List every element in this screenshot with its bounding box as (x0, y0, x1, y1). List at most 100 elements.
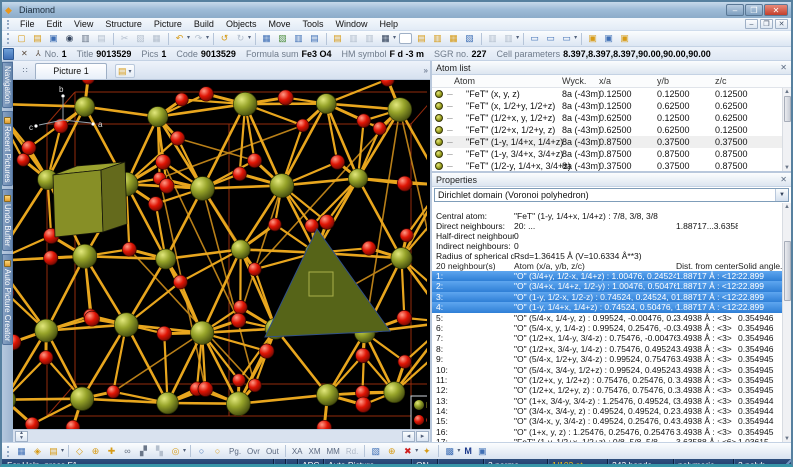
chevron-down-icon[interactable]: ▾ (183, 445, 186, 458)
atom-row[interactable]: ─"FeT" (1/2+x, 1/2+y, z)8a (-43m)0.62500… (432, 124, 791, 136)
minimize-button[interactable]: – (726, 4, 744, 16)
menu-item-build[interactable]: Build (188, 18, 220, 30)
neighbour-row[interactable]: 3:"O" (1-y, 1/2-x, 1/2-z) : 0.74524, 0.2… (432, 292, 791, 302)
grid-view-icon[interactable]: ∷ (17, 64, 33, 78)
neighbour-row[interactable]: 11:"O" (1/2+x, y, 1/2+z) : 0.75476, 0.25… (432, 375, 791, 385)
sidebar-tab-undo-buffer[interactable]: Undo Buffer (2, 189, 13, 251)
property-row[interactable]: Radius of spherical do...Rsd=1.36415 Å (… (432, 251, 791, 261)
scroll-right-icon[interactable]: ▸ (416, 431, 429, 442)
atom-row[interactable]: ─"FeT" (x, y, z)8a (-43m)0.125000.125000… (432, 88, 791, 100)
menu-item-structure[interactable]: Structure (99, 18, 148, 30)
toolbar-grip[interactable] (7, 33, 11, 44)
column-header-yb[interactable]: y/b (657, 76, 669, 86)
property-row[interactable]: Central atom:"FeT" (1-y, 1/4+x, 1/4+z) :… (432, 211, 791, 221)
atom-design-icon[interactable]: ✦ (419, 445, 434, 458)
chevron-down-icon[interactable]: ▾ (393, 32, 396, 45)
zoom-spinner[interactable]: ▲▼ (15, 431, 28, 442)
datasheet-icon[interactable] (3, 48, 14, 60)
photo-mode-icon[interactable]: ▣ (475, 445, 490, 458)
paste-icon[interactable]: ▦ (149, 32, 164, 45)
copy-structure-icon[interactable]: ▤ (330, 32, 345, 45)
column-header-Atom[interactable]: Atom (454, 76, 475, 86)
menu-item-objects[interactable]: Objects (220, 18, 263, 30)
neighbour-row[interactable]: 10:"O" (5/4-x, 3/4-y, 1/2+z) : 0.99524, … (432, 365, 791, 375)
save-picture-icon[interactable]: ▥ (430, 32, 445, 45)
neighbour-row[interactable]: 2:"O" (3/4+x, 1/4+z, 1/2-y) : 1.00476, 0… (432, 281, 791, 291)
find-icon-icon[interactable]: ◉ (62, 32, 77, 45)
atom-row[interactable]: ─"FeT" (1/2+x, y, 1/2+z)8a (-43m)0.62500… (432, 112, 791, 124)
scrollbar-thumb[interactable] (784, 241, 791, 301)
chevron-down-icon[interactable]: ▾ (516, 32, 519, 45)
neighbour-row[interactable]: 16:"O" (1+x, y, z) : 1.25476, 0.25476, 0… (432, 427, 791, 437)
chevron-down-icon[interactable]: ▾ (187, 32, 190, 45)
layout-3-icon[interactable]: ▭ (559, 32, 574, 45)
canvas-horizontal-scrollbar[interactable]: ▲▼ ◂ ▸ (13, 429, 430, 442)
column-header-zc[interactable]: z/c (715, 76, 727, 86)
label-xa-button[interactable]: XA (289, 445, 306, 458)
chevron-down-icon[interactable]: ▾ (206, 32, 209, 45)
print-preview-icon[interactable]: ▤ (94, 32, 109, 45)
undo-icon[interactable]: ↶ (172, 32, 187, 45)
build-polyhedron-icon[interactable]: ◇ (72, 445, 87, 458)
structure-wizard-icon[interactable]: ◈ (30, 445, 45, 458)
properties-scrollbar[interactable]: ▲▼ (782, 203, 791, 442)
property-row[interactable]: Indirect neighbours:0 (432, 241, 791, 251)
new-picture-button[interactable]: ▤ ▾ (115, 64, 135, 78)
picture-window-icon[interactable]: ▥ (291, 32, 306, 45)
menu-item-file[interactable]: File (14, 18, 41, 30)
neighbour-row[interactable]: 8:"O" (1/2+x, 3/4-y, 1/4-z) : 0.75476, 0… (432, 344, 791, 354)
stamp-1-icon[interactable]: ▥ (485, 32, 500, 45)
open-document-icon[interactable]: ▤ (30, 32, 45, 45)
chevron-down-icon[interactable]: ▾ (457, 445, 460, 458)
neighbour-row[interactable]: 9:"O" (5/4-x, 1/2+y, 3/4-z) : 0.99524, 0… (432, 354, 791, 364)
gallery-1-icon[interactable]: ▣ (585, 32, 600, 45)
sidebar-tab-navigation[interactable]: Navigation (2, 62, 13, 108)
menu-item-move[interactable]: Move (262, 18, 296, 30)
neighbour-row[interactable]: 17:"FeT" (1-y, 1/2+x, 1/2+z) : 0/8, 5/8,… (432, 437, 791, 442)
atom-row[interactable]: ─"FeT" (1/2-y, 1/4+x, 3/4+z)8a (-43m)0.3… (432, 160, 791, 171)
picture-tab[interactable]: Picture 1 (35, 63, 107, 79)
add-bonds-icon[interactable]: ∞ (120, 445, 135, 458)
neighbour-row[interactable]: 5:"O" (5/4-x, 1/4-y, z) : 0.99524, -0.00… (432, 313, 791, 323)
column-header-Wyck[interactable]: Wyck. (562, 76, 586, 86)
print-icon[interactable]: ▥ (78, 32, 93, 45)
neighbour-row[interactable]: 6:"O" (5/4-x, y, 1/4-z) : 0.99524, 0.254… (432, 323, 791, 333)
export-icon[interactable]: ▥ (362, 32, 377, 45)
picture-creator-icon[interactable]: ▤ (46, 445, 61, 458)
packing-icon[interactable]: ▚ (152, 445, 167, 458)
close-panel-icon[interactable]: ✕ (780, 175, 787, 184)
structure-canvas[interactable]: bacFeO (13, 80, 430, 429)
label-out-button[interactable]: Out (263, 445, 282, 458)
blank-swatch-icon[interactable] (399, 33, 412, 44)
edit-picture-icon[interactable]: ▧ (275, 32, 290, 45)
toolbar-grip[interactable] (7, 446, 11, 457)
doc-close-button[interactable]: ✕ (775, 19, 788, 29)
new-structure-picture-icon[interactable]: ▦ (259, 32, 274, 45)
atom-row[interactable]: ─"FeT" (1-y, 1/4+x, 1/4+z)8a (-43m)0.875… (432, 136, 791, 148)
property-row[interactable]: Half-direct neighbours:0 (432, 231, 791, 241)
gallery-3-icon[interactable]: ▣ (617, 32, 632, 45)
menu-item-help[interactable]: Help (374, 18, 405, 30)
label-ovr-button[interactable]: Ovr (244, 445, 263, 458)
chevron-down-icon[interactable]: ▾ (248, 32, 251, 45)
copy-icon[interactable]: ▧ (133, 32, 148, 45)
label-mm-button[interactable]: MM (324, 445, 343, 458)
measure-mode-button[interactable]: M (461, 445, 475, 458)
neighbour-row[interactable]: 4:"O" (1-y, 1/4+x, 1/4+z) : 0.74524, 0.5… (432, 302, 791, 312)
layout-1-icon[interactable]: ▭ (527, 32, 542, 45)
properties-selector[interactable]: Dirichlet domain (Voronoi polyhedron) ▼ (434, 188, 789, 202)
neighbour-row[interactable]: 14:"O" (3/4-x, 3/4-y, z) : 0.49524, 0.49… (432, 406, 791, 416)
label-rd-button[interactable]: Rd. (343, 445, 361, 458)
add-molecule-icon[interactable]: ⊕ (88, 445, 103, 458)
fill-cell-icon[interactable]: ▞ (136, 445, 151, 458)
chevron-down-icon[interactable]: ▾ (574, 32, 577, 45)
scroll-down-icon[interactable]: ▼ (784, 165, 790, 171)
new-document-icon[interactable]: ▢ (14, 32, 29, 45)
pin-infobar-icon[interactable]: ⅄ (32, 49, 45, 58)
close-panel-icon[interactable]: ✕ (780, 63, 787, 72)
display-settings-icon[interactable]: ▦ (14, 445, 29, 458)
neighbour-row[interactable]: 12:"O" (1/2+x, 1/2+y, z) : 0.75476, 0.75… (432, 385, 791, 395)
arrange-windows-icon[interactable]: ▤ (307, 32, 322, 45)
menu-item-window[interactable]: Window (329, 18, 373, 30)
chevron-down-icon[interactable]: ▼ (775, 189, 788, 201)
